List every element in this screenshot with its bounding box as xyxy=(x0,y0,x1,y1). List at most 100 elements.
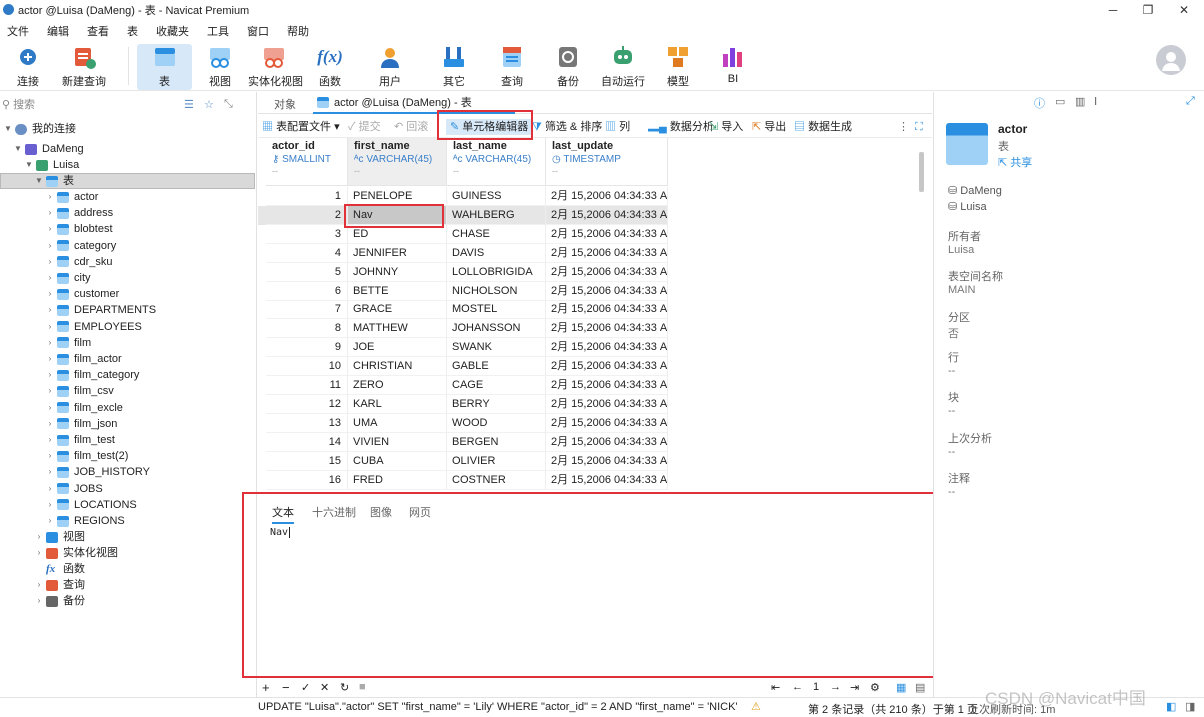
tree-table-address[interactable]: › address xyxy=(45,205,113,221)
filter-icon[interactable]: ☰ xyxy=(184,98,194,111)
table-config-button[interactable]: ▦ 表配置文件 ▾ xyxy=(262,119,340,135)
menu-view[interactable]: 查看 xyxy=(78,23,118,39)
tree-table-film-json[interactable]: › film_json xyxy=(45,416,118,432)
cell-actor-id[interactable]: 12 xyxy=(266,394,348,414)
warning-icon[interactable]: ⚠ xyxy=(751,700,761,713)
cell-last-update[interactable]: 2月 15,2006 04:34:33 AM xyxy=(546,357,668,377)
info-icon[interactable]: ⓘ xyxy=(1034,95,1045,111)
tree-table-actor[interactable]: › actor xyxy=(45,189,99,205)
last-page-icon[interactable]: ⇥ xyxy=(850,681,859,694)
tree-table-blobtest[interactable]: › blobtest xyxy=(45,221,113,237)
cell-first-name[interactable]: CHRISTIAN xyxy=(348,357,447,377)
cell-first-name[interactable]: KARL xyxy=(348,394,447,414)
tree-table-cdr-sku[interactable]: › cdr_sku xyxy=(45,254,113,270)
toolbar-materialized-view-button[interactable]: 实体化视图 xyxy=(248,44,303,90)
column-header-last-update[interactable]: last_update ◷ TIMESTAMP -- xyxy=(546,138,668,186)
rollback-button[interactable]: ↶ 回滚 xyxy=(394,119,428,135)
cell-last-update[interactable]: 2月 15,2006 04:34:33 AM xyxy=(546,376,668,395)
tree-schema-luisa[interactable]: ▼ Luisa xyxy=(24,157,79,173)
toolbar-others-button[interactable]: 其它 xyxy=(436,44,472,90)
cell-first-name[interactable]: ZERO xyxy=(348,376,447,395)
menu-file[interactable]: 文件 xyxy=(0,23,38,39)
cell-actor-id[interactable]: 16 xyxy=(266,470,348,490)
editor-tab-hex[interactable]: 十六进制 xyxy=(312,504,356,520)
discard-icon[interactable]: ✕ xyxy=(320,681,329,694)
collapse-icon[interactable]: ⤡ xyxy=(224,98,233,111)
stop-icon[interactable]: ■ xyxy=(359,681,366,693)
tree-table-film-csv[interactable]: › film_csv xyxy=(45,383,114,399)
cell-actor-id[interactable]: 4 xyxy=(266,243,348,263)
cell-first-name[interactable]: JENNIFER xyxy=(348,243,447,263)
settings-gear-icon[interactable]: ⚙ xyxy=(870,681,880,694)
cell-last-update[interactable]: 2月 15,2006 04:34:33 AM xyxy=(546,224,668,244)
close-icon[interactable]: ✕ xyxy=(1166,0,1202,20)
menu-help[interactable]: 帮助 xyxy=(278,23,318,39)
delete-record-icon[interactable]: − xyxy=(282,680,290,695)
cell-last-name[interactable]: CHASE xyxy=(447,224,546,244)
refresh-icon[interactable]: ↻ xyxy=(340,681,349,694)
cell-actor-id[interactable]: 9 xyxy=(266,338,348,358)
cell-actor-id[interactable]: 3 xyxy=(266,224,348,244)
toolbar-function-button[interactable]: f(x) 函数 xyxy=(312,44,348,90)
tree-materialized-views[interactable]: › 实体化视图 xyxy=(34,545,118,561)
cell-last-name[interactable]: NICHOLSON xyxy=(447,281,546,301)
menu-edit[interactable]: 编辑 xyxy=(38,23,78,39)
cell-last-update[interactable]: 2月 15,2006 04:34:33 AM xyxy=(546,451,668,471)
toolbar-bi-button[interactable]: BI xyxy=(718,44,748,90)
cell-last-update[interactable]: 2月 15,2006 04:34:33 AM xyxy=(546,432,668,452)
cell-last-name[interactable]: COSTNER xyxy=(447,470,546,490)
toolbar-view-button[interactable]: 视图 xyxy=(200,44,240,90)
cell-first-name[interactable]: FRED xyxy=(348,470,447,490)
cell-first-name[interactable]: MATTHEW xyxy=(348,319,447,339)
cell-last-name[interactable]: WOOD xyxy=(447,413,546,433)
cell-first-name[interactable]: BETTE xyxy=(348,281,447,301)
form-view-icon[interactable]: ▤ xyxy=(915,681,925,694)
cell-last-name[interactable]: CAGE xyxy=(447,376,546,395)
tab-objects[interactable]: 对象 xyxy=(274,96,296,112)
fullscreen-icon[interactable]: ⛶ xyxy=(915,119,923,135)
vertical-scrollbar[interactable] xyxy=(919,152,924,192)
next-page-icon[interactable]: → xyxy=(830,681,841,693)
toolbar-automation-button[interactable]: 自动运行 xyxy=(600,44,646,90)
tree-tables-folder[interactable]: ▼ 表 xyxy=(0,173,255,189)
tree-table-film-test[interactable]: › film_test xyxy=(45,432,115,448)
column-header-actor-id[interactable]: actor_id ⚷ SMALLINT -- xyxy=(266,138,348,186)
cell-last-update[interactable]: 2月 15,2006 04:34:33 AM xyxy=(546,470,668,490)
tree-functions[interactable]: fx 函数 xyxy=(34,561,85,577)
cell-last-update[interactable]: 2月 15,2006 04:34:33 AM xyxy=(546,394,668,414)
data-analysis-button[interactable]: ▂▄ 数据分析 xyxy=(648,119,714,135)
toolbar-backup-button[interactable]: 备份 xyxy=(550,44,586,90)
cell-actor-id[interactable]: 13 xyxy=(266,413,348,433)
editor-tab-text[interactable]: 文本 xyxy=(272,504,294,524)
tree-table-customer[interactable]: › customer xyxy=(45,286,120,302)
ai-icon[interactable]: Ⅰ xyxy=(1094,95,1097,108)
minimize-icon[interactable]: ─ xyxy=(1095,0,1131,20)
tree-my-connections[interactable]: ▼ 我的连接 xyxy=(3,121,76,137)
favorite-star-icon[interactable]: ☆ xyxy=(204,98,214,111)
menu-table[interactable]: 表 xyxy=(118,23,147,39)
cell-actor-id[interactable]: 15 xyxy=(266,451,348,471)
cell-last-update[interactable]: 2月 15,2006 04:34:33 AM xyxy=(546,243,668,263)
cell-first-name[interactable]: JOHNNY xyxy=(348,262,447,282)
toolbar-connection-button[interactable]: 连接 xyxy=(6,44,50,90)
cell-last-name[interactable]: OLIVIER xyxy=(447,451,546,471)
panel-toggle-icon[interactable]: ◧ xyxy=(1166,700,1176,713)
ddl-icon[interactable]: ▭ xyxy=(1055,95,1065,108)
tree-table-job-history[interactable]: › JOB_HISTORY xyxy=(45,464,150,480)
panel-right-icon[interactable]: ◨ xyxy=(1185,700,1195,713)
maximize-icon[interactable]: ❐ xyxy=(1130,0,1166,20)
tree-table-film-category[interactable]: › film_category xyxy=(45,367,140,383)
toolbar-user-button[interactable]: 用户 xyxy=(370,44,410,90)
add-record-icon[interactable]: + xyxy=(262,680,270,695)
cell-last-name[interactable]: BERRY xyxy=(447,394,546,414)
cell-last-update[interactable]: 2月 15,2006 04:34:33 AM xyxy=(546,187,668,206)
fields-icon[interactable]: ▥ xyxy=(1075,95,1085,108)
cell-actor-id[interactable]: 14 xyxy=(266,432,348,452)
cell-first-name[interactable]: UMA xyxy=(348,413,447,433)
tree-table-film-excle[interactable]: › film_excle xyxy=(45,400,123,416)
toolbar-model-button[interactable]: 模型 xyxy=(662,44,694,90)
cell-actor-id[interactable]: 8 xyxy=(266,319,348,339)
cell-first-name[interactable]: VIVIEN xyxy=(348,432,447,452)
cell-last-update[interactable]: 2月 15,2006 04:34:33 AM xyxy=(546,300,668,320)
cell-first-name[interactable]: CUBA xyxy=(348,451,447,471)
